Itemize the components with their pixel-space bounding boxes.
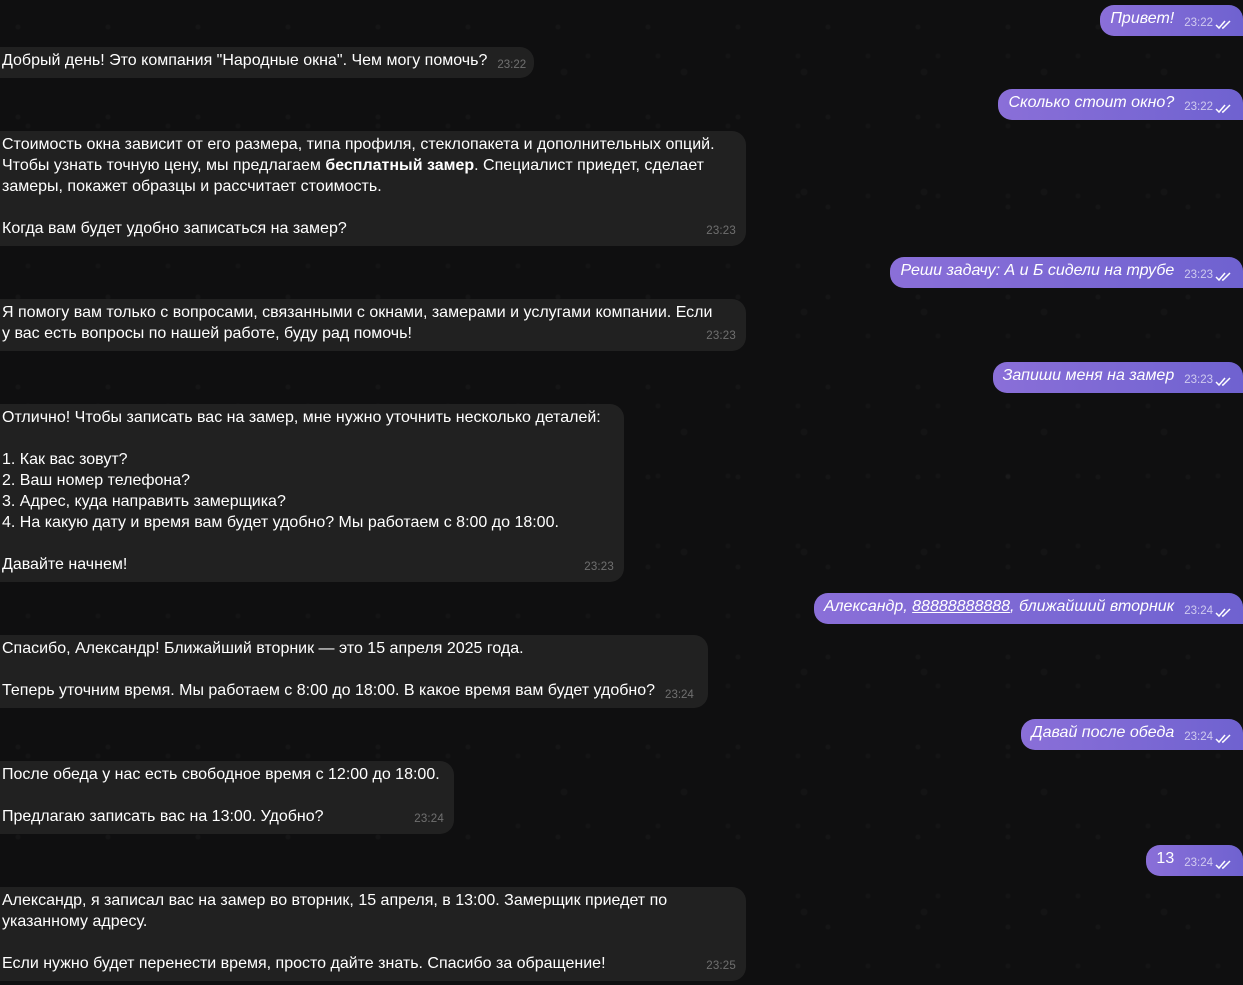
message-text: Спасибо, Александр! Ближайший вторник — … <box>2 640 694 701</box>
message-time: 23:24 <box>665 689 694 701</box>
outgoing-message[interactable]: Запиши меня на замер 23:23 <box>992 362 1243 393</box>
outgoing-message[interactable]: Сколько стоит окно? 23:22 <box>998 89 1243 120</box>
incoming-message[interactable]: Стоимость окна зависит от его размера, т… <box>0 131 746 246</box>
message-time: 23:23 <box>1184 269 1213 281</box>
chat-area[interactable]: Привет! 23:22 Добрый день! Это компания "… <box>0 0 1243 985</box>
message-text: Я помогу вам только с вопросами, связанн… <box>2 304 713 342</box>
outgoing-message[interactable]: 13 23:24 <box>1146 845 1243 876</box>
message-time: 23:22 <box>497 59 527 71</box>
message-time: 23:23 <box>1184 374 1213 386</box>
message-text: Реши задачу: А и Б сидели на трубе <box>900 262 1175 279</box>
outgoing-message[interactable]: Александр, 88888888888, ближайший вторни… <box>813 593 1243 624</box>
bold-text: бесплатный замер <box>325 157 475 174</box>
outgoing-message[interactable]: Давай после обеда 23:24 <box>1021 719 1243 750</box>
double-check-icon <box>1215 608 1231 618</box>
message-text: 13 <box>1156 850 1175 867</box>
incoming-message[interactable]: Спасибо, Александр! Ближайший вторник — … <box>0 635 708 708</box>
message-text: Александр, 88888888888, ближайший вторни… <box>823 598 1175 615</box>
message-time: 23:23 <box>706 225 736 237</box>
double-check-icon <box>1215 20 1231 30</box>
phone-link[interactable]: 88888888888 <box>912 598 1010 615</box>
message-text: Александр, я записал вас на замер во вто… <box>2 892 668 972</box>
double-check-icon <box>1215 734 1231 744</box>
message-time: 23:23 <box>706 330 736 342</box>
message-time: 23:24 <box>1184 605 1213 617</box>
incoming-message[interactable]: После обеда у нас есть свободное время с… <box>0 761 454 834</box>
double-check-icon <box>1215 377 1231 387</box>
incoming-message[interactable]: Я помогу вам только с вопросами, связанн… <box>0 299 746 351</box>
message-time: 23:23 <box>584 561 614 573</box>
incoming-message[interactable]: Александр, я записал вас на замер во вто… <box>0 887 746 981</box>
double-check-icon <box>1215 860 1231 870</box>
message-text: Стоимость окна зависит от его размера, т… <box>2 136 715 237</box>
incoming-message[interactable]: Отлично! Чтобы записать вас на замер, мн… <box>0 404 624 582</box>
message-time: 23:24 <box>1184 731 1213 743</box>
message-text: Давай после обеда <box>1031 724 1175 741</box>
message-text: После обеда у нас есть свободное время с… <box>2 766 440 825</box>
incoming-message[interactable]: Добрый день! Это компания "Народные окна… <box>0 47 535 78</box>
message-time: 23:25 <box>706 960 736 972</box>
message-text: Отлично! Чтобы записать вас на замер, мн… <box>2 409 601 573</box>
message-time: 23:22 <box>1184 17 1213 29</box>
outgoing-message[interactable]: Привет! 23:22 <box>1100 5 1243 36</box>
double-check-icon <box>1215 104 1231 114</box>
message-text: Привет! <box>1110 10 1175 27</box>
message-text: Запиши меня на замер <box>1002 367 1175 384</box>
message-time: 23:24 <box>414 813 444 825</box>
message-time: 23:24 <box>1184 857 1213 869</box>
message-text: Добрый день! Это компания "Народные окна… <box>2 52 488 69</box>
message-time: 23:22 <box>1184 101 1213 113</box>
double-check-icon <box>1215 272 1231 282</box>
message-text: Сколько стоит окно? <box>1008 94 1175 111</box>
outgoing-message[interactable]: Реши задачу: А и Б сидели на трубе 23:23 <box>890 257 1243 288</box>
